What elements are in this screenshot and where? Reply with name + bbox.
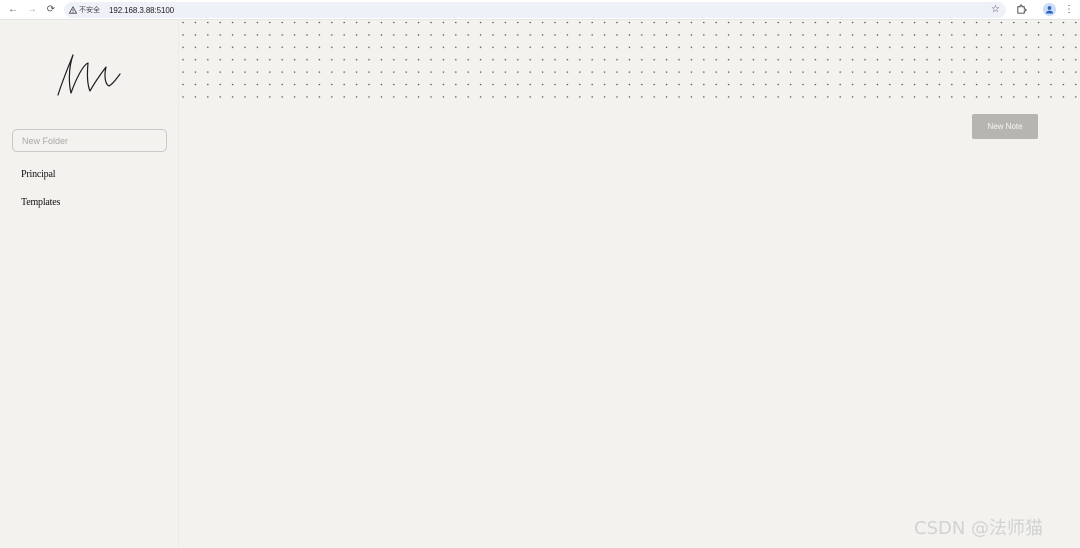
main-content: New Note	[180, 21, 1080, 548]
back-arrow-icon[interactable]: ←	[6, 3, 20, 17]
reload-icon[interactable]: ⟳	[44, 3, 58, 17]
kebab-menu-icon[interactable]: ⋮	[1064, 3, 1074, 17]
security-label: 不安全	[79, 7, 100, 14]
extensions-puzzle-icon[interactable]	[1016, 4, 1027, 15]
forward-arrow-icon[interactable]: →	[25, 3, 39, 17]
address-bar[interactable]: 不安全 192.168.3.88:5100 ☆	[64, 2, 1006, 18]
sidebar: Principal Templates	[0, 21, 179, 548]
folder-item-templates[interactable]: Templates	[21, 197, 60, 225]
dot-grid-pattern	[180, 21, 1080, 103]
browser-toolbar: ← → ⟳ 不安全 192.168.3.88:5100 ☆ ⋮	[0, 0, 1080, 20]
new-note-button[interactable]: New Note	[972, 114, 1038, 139]
person-icon	[1045, 6, 1054, 14]
watermark-text: CSDN @法师猫	[914, 518, 1044, 539]
profile-avatar-icon[interactable]	[1043, 3, 1056, 16]
logo-signature	[57, 54, 121, 96]
folder-item-principal[interactable]: Principal	[21, 169, 60, 197]
new-folder-input[interactable]	[12, 129, 167, 152]
folder-list: Principal Templates	[21, 169, 60, 225]
bookmark-star-icon[interactable]: ☆	[991, 4, 1000, 15]
security-warning[interactable]: 不安全	[69, 5, 100, 15]
url-text[interactable]: 192.168.3.88:5100	[109, 6, 174, 15]
warning-triangle-icon	[69, 6, 77, 14]
